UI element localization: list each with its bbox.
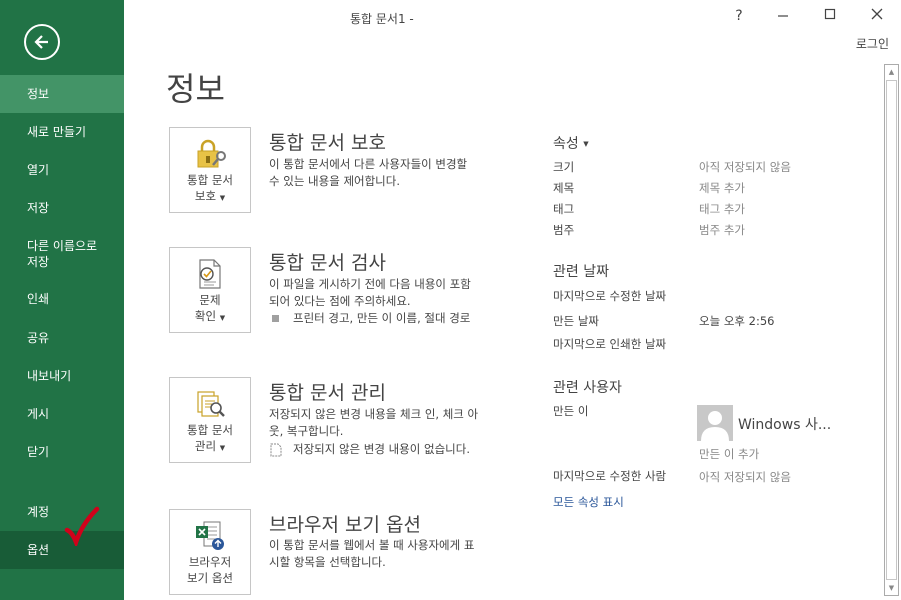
section-description: 이 통합 문서에서 다른 사용자들이 변경할 수 있는 내용을 제어합니다.	[269, 157, 468, 188]
manage-workbook-icon	[197, 391, 225, 417]
tags-input[interactable]: 태그 추가	[699, 201, 745, 217]
prop-label: 마지막으로 인쇄한 날짜	[553, 337, 667, 351]
tile-label: 통합 문서 보호 ▼	[187, 173, 233, 203]
bullet-text: 저장되지 않은 변경 내용이 없습니다.	[293, 442, 470, 456]
excel-browser-icon	[196, 521, 224, 550]
arrow-left-icon	[34, 35, 48, 49]
related-dates-header: 관련 날짜	[553, 264, 609, 280]
checkmark-annotation-icon	[64, 506, 100, 546]
inspect-document-icon	[199, 259, 221, 289]
prop-label: 만든 날짜	[553, 314, 599, 328]
sidebar-item-export[interactable]: 내보내기	[0, 357, 124, 395]
sidebar-item-print[interactable]: 인쇄	[0, 280, 124, 318]
bullet-text: 프린터 경고, 만든 이 이름, 절대 경로	[293, 311, 471, 325]
sidebar-item-label: 공유	[27, 331, 50, 345]
sidebar-item-label: 옵션	[27, 543, 50, 557]
section-description: 저장되지 않은 변경 내용을 체크 인, 체크 아웃, 복구합니다.	[269, 407, 479, 438]
sidebar-item-label: 게시	[27, 407, 50, 421]
section-title: 통합 문서 보호	[269, 132, 386, 154]
prop-value: 오늘 오후 2:56	[699, 314, 775, 328]
sidebar-item-label: 다른 이름으로 저장	[27, 239, 98, 269]
sidebar-item-label: 내보내기	[27, 369, 72, 383]
back-button[interactable]	[24, 24, 60, 60]
window-title: 통합 문서1 -	[350, 12, 414, 26]
close-window-button[interactable]	[862, 6, 892, 26]
prop-label: 만든 이	[553, 404, 589, 418]
dropdown-arrow-icon: ▼	[219, 314, 226, 322]
sidebar-item-publish[interactable]: 게시	[0, 395, 124, 433]
add-author-link[interactable]: 만든 이 추가	[699, 446, 759, 462]
prop-label: 태그	[553, 202, 575, 216]
sidebar-item-label: 계정	[27, 505, 50, 519]
prop-label: 마지막으로 수정한 사람	[553, 469, 667, 483]
section-description: 이 파일을 게시하기 전에 다음 내용이 포함되어 있다는 점에 주의하세요.	[269, 277, 471, 308]
sidebar-item-info[interactable]: 정보	[0, 75, 124, 113]
sidebar-item-options[interactable]: 옵션	[0, 531, 124, 569]
maximize-button[interactable]	[815, 6, 845, 26]
scroll-thumb[interactable]	[886, 80, 897, 580]
categories-input[interactable]: 범주 추가	[699, 222, 745, 238]
vertical-scrollbar[interactable]: ▲ ▼	[884, 64, 899, 596]
login-link[interactable]: 로그인	[856, 35, 889, 52]
backstage-sidebar: 정보 새로 만들기 열기 저장 다른 이름으로 저장 인쇄 공유 내보내기 게시…	[0, 0, 124, 600]
close-icon	[871, 8, 883, 20]
sidebar-item-label: 저장	[27, 201, 50, 215]
author-name: Windows 사...	[738, 417, 832, 433]
document-icon	[270, 443, 282, 457]
prop-label: 크기	[553, 160, 575, 174]
sidebar-item-save[interactable]: 저장	[0, 189, 124, 227]
prop-label: 범주	[553, 223, 575, 237]
title-input[interactable]: 제목 추가	[699, 180, 745, 196]
sidebar-item-new[interactable]: 새로 만들기	[0, 113, 124, 151]
section-title: 통합 문서 검사	[269, 252, 386, 274]
maximize-icon	[824, 8, 836, 20]
sidebar-item-label: 정보	[27, 87, 50, 101]
minimize-icon	[778, 15, 788, 17]
check-issues-button[interactable]: 문제 확인 ▼	[169, 247, 251, 333]
prop-label: 제목	[553, 181, 575, 195]
sidebar-item-save-as[interactable]: 다른 이름으로 저장	[0, 230, 124, 278]
sidebar-item-label: 새로 만들기	[27, 125, 87, 139]
scroll-up-icon[interactable]: ▲	[885, 65, 898, 79]
sidebar-item-label: 열기	[27, 163, 50, 177]
dropdown-arrow-icon: ▼	[583, 140, 589, 148]
lock-icon	[197, 139, 226, 168]
scroll-down-icon[interactable]: ▼	[885, 581, 898, 595]
related-people-header: 관련 사용자	[553, 380, 622, 396]
section-title: 통합 문서 관리	[269, 382, 386, 404]
user-icon	[701, 411, 729, 441]
minimize-button[interactable]	[768, 6, 798, 26]
tile-label: 통합 문서 관리 ▼	[187, 423, 233, 453]
manage-workbook-button[interactable]: 통합 문서 관리 ▼	[169, 377, 251, 463]
sidebar-item-label: 인쇄	[27, 292, 50, 306]
tile-label: 문제 확인 ▼	[194, 293, 226, 323]
sidebar-item-share[interactable]: 공유	[0, 319, 124, 357]
properties-dropdown[interactable]: 속성 ▼	[553, 133, 589, 153]
help-button[interactable]: ?	[724, 6, 754, 26]
sidebar-item-account[interactable]: 계정	[0, 493, 124, 531]
sidebar-item-open[interactable]: 열기	[0, 151, 124, 189]
sidebar-item-close[interactable]: 닫기	[0, 433, 124, 471]
page-title: 정보	[166, 70, 225, 108]
sidebar-item-label: 닫기	[27, 445, 50, 459]
dropdown-arrow-icon: ▼	[219, 444, 226, 452]
dropdown-arrow-icon: ▼	[219, 194, 226, 202]
section-description: 이 통합 문서를 웹에서 볼 때 사용자에게 표시할 항목을 선택합니다.	[269, 538, 475, 569]
prop-value: 아직 저장되지 않음	[699, 160, 791, 174]
section-title: 브라우저 보기 옵션	[269, 514, 421, 536]
prop-value: 아직 저장되지 않음	[699, 470, 791, 484]
bullet-icon	[272, 315, 279, 322]
show-all-properties-link[interactable]: 모든 속성 표시	[553, 494, 624, 510]
tile-label: 브라우저 보기 옵션	[187, 555, 233, 585]
avatar	[697, 405, 733, 441]
prop-label: 마지막으로 수정한 날짜	[553, 289, 667, 303]
protect-workbook-button[interactable]: 통합 문서 보호 ▼	[169, 127, 251, 213]
browser-view-options-button[interactable]: 브라우저 보기 옵션	[169, 509, 251, 595]
